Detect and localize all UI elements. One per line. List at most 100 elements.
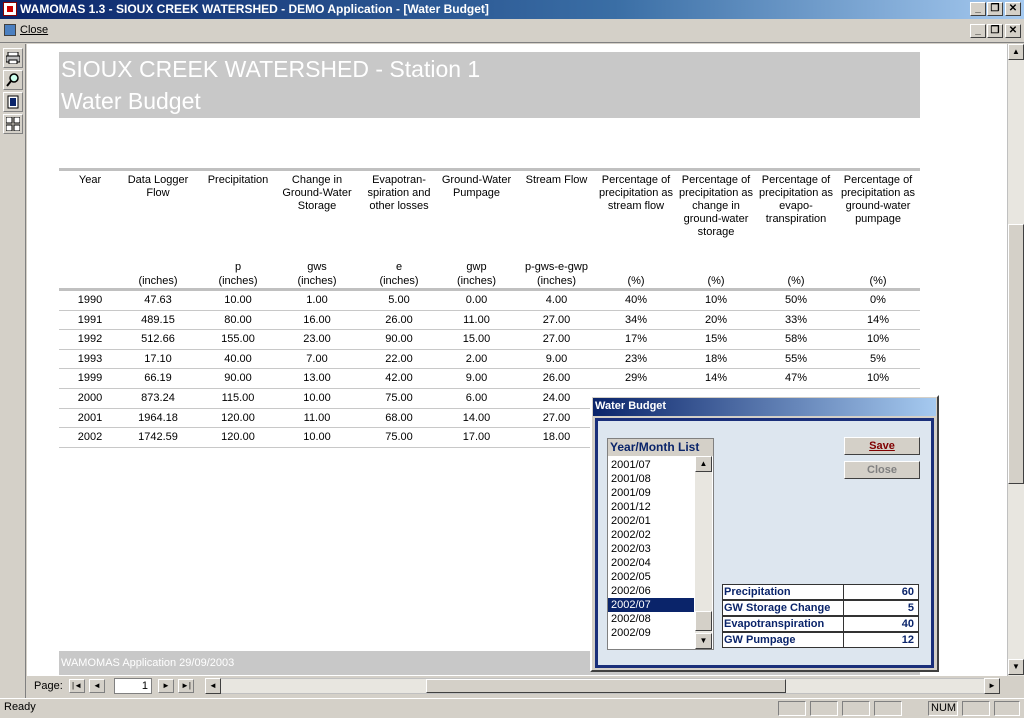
save-label: Save — [869, 440, 895, 452]
one-page-icon[interactable] — [3, 92, 23, 112]
list-item[interactable]: 2002/09 — [608, 626, 694, 640]
list-item[interactable]: 2001/07 — [608, 458, 694, 472]
column-unit: (inches) — [536, 275, 577, 287]
printer-icon[interactable] — [3, 48, 23, 68]
horizontal-scroll-thumb[interactable] — [426, 679, 786, 693]
scroll-left-button[interactable]: ◄ — [205, 678, 221, 694]
table-cell: 75.00 — [385, 431, 413, 444]
table-cell: 68.00 — [385, 411, 413, 424]
page-number-input[interactable]: 1 — [114, 678, 152, 694]
status-panel-3 — [842, 701, 870, 716]
close-button[interactable]: Close — [844, 461, 920, 479]
table-cell: 9.00 — [465, 372, 488, 385]
column-header: Ground-Water Pumpage — [441, 174, 512, 199]
menu-close[interactable]: Close — [4, 24, 48, 36]
water-budget-dialog: Water Budget Year/Month List 2001/07 2001… — [590, 395, 939, 672]
table-cell: 27.00 — [542, 333, 571, 346]
table-cell: 10.00 — [303, 392, 331, 404]
list-item[interactable]: 2002/02 — [608, 528, 694, 542]
field-value-input[interactable]: 12 — [845, 633, 916, 647]
status-bar: Ready NUM — [0, 698, 1024, 718]
column-unit: (%) — [707, 275, 725, 287]
field-label: Precipitation — [723, 585, 844, 599]
report-subtitle: Water Budget — [61, 88, 201, 114]
table-cell: 17.10 — [144, 352, 172, 365]
list-item[interactable]: 2001/12 — [608, 500, 694, 514]
table-cell: 47.63 — [144, 294, 172, 306]
doc-minimize-button[interactable]: _ — [970, 24, 986, 38]
table-row: 1991 489.15 80.00 16.00 26.00 11.00 27.00 34% 20… — [59, 311, 920, 331]
year-month-list[interactable]: Year/Month List 2001/07 2001/08 2001/09 200… — [607, 438, 714, 650]
scroll-up-button[interactable]: ▲ — [1008, 44, 1024, 60]
table-cell: 2001 — [77, 411, 103, 424]
doc-restore-button[interactable]: ❐ — [987, 24, 1003, 38]
window-title-bar[interactable]: WAMOMAS 1.3 - SIOUX CREEK WATERSHED - DE… — [0, 0, 1024, 19]
table-cell: 22.00 — [385, 352, 413, 365]
field-value-input[interactable]: 60 — [845, 585, 916, 599]
vertical-scrollbar[interactable]: ▲ ▼ — [1007, 44, 1024, 676]
prev-page-button[interactable]: ◄ — [89, 679, 105, 693]
table-row: 1990 47.63 10.00 1.00 5.00 0.00 4.00 40% 10% 50% 0… — [59, 291, 920, 311]
first-page-button[interactable]: |◄ — [69, 679, 85, 693]
table-cell: 47% — [784, 372, 808, 385]
list-scrollbar[interactable]: ▲ ▼ — [695, 456, 712, 649]
minimize-button[interactable]: _ — [970, 2, 986, 16]
column-symbol: p-gws-e-gwp — [525, 261, 588, 273]
column-symbol: e — [395, 261, 403, 273]
list-item[interactable]: 2002/08 — [608, 612, 694, 626]
table-cell: 18.00 — [542, 431, 571, 444]
multi-page-icon[interactable] — [3, 114, 23, 134]
table-cell: 155.00 — [221, 333, 255, 346]
table-cell: 120.00 — [221, 431, 255, 444]
table-cell: 20% — [704, 313, 728, 326]
list-item[interactable]: 2001/08 — [608, 472, 694, 486]
magnifier-icon[interactable] — [3, 70, 23, 90]
column-unit: (inches) — [297, 275, 337, 287]
field-value-input[interactable]: 5 — [845, 601, 916, 615]
column-header: Percentage of precipitation as evapo- tr… — [759, 174, 833, 225]
restore-button[interactable]: ❐ — [987, 2, 1003, 16]
list-scroll-up-button[interactable]: ▲ — [695, 456, 712, 472]
field-value-input[interactable]: 40 — [845, 617, 916, 631]
column-header: Stream Flow — [525, 174, 588, 186]
horizontal-scrollbar[interactable]: ◄ ► — [205, 678, 1000, 694]
table-cell: 1999 — [77, 372, 103, 385]
list-item[interactable]: 2002/06 — [608, 584, 694, 598]
list-item[interactable]: 2002/04 — [608, 556, 694, 570]
list-item[interactable]: 2002/05 — [608, 570, 694, 584]
vertical-scroll-thumb[interactable] — [1008, 224, 1024, 484]
list-item[interactable]: 2001/09 — [608, 486, 694, 500]
scroll-down-button[interactable]: ▼ — [1008, 659, 1024, 675]
status-panel-4 — [874, 701, 902, 716]
dialog-title[interactable]: Water Budget — [593, 398, 936, 416]
doc-close-button[interactable]: ✕ — [1005, 24, 1021, 38]
table-cell: 23.00 — [303, 333, 331, 346]
last-page-button[interactable]: ►| — [178, 679, 194, 693]
field-label: GW Storage Change — [723, 601, 844, 615]
next-page-button[interactable]: ► — [158, 679, 174, 693]
table-cell: 13.00 — [303, 372, 331, 385]
menu-close-label: Close — [20, 24, 49, 36]
column-header: Percentage of precipitation as stream fl… — [599, 174, 673, 212]
table-cell: 26.00 — [542, 372, 571, 385]
list-item[interactable]: 2002/07 — [608, 598, 694, 612]
table-cell: 10.00 — [224, 294, 252, 306]
table-cell: 11.00 — [463, 313, 490, 326]
list-scroll-down-button[interactable]: ▼ — [695, 633, 712, 649]
app-icon[interactable] — [3, 2, 17, 16]
list-item[interactable]: 2002/01 — [608, 514, 694, 528]
table-cell: 15% — [704, 333, 728, 346]
table-cell: 512.66 — [141, 333, 175, 346]
table-cell: 0% — [870, 294, 886, 306]
save-button[interactable]: Save — [844, 437, 920, 455]
list-item[interactable]: 2002/03 — [608, 542, 694, 556]
table-cell: 10.00 — [303, 431, 331, 444]
menu-bar: Close _ ❐ ✕ — [0, 21, 1024, 43]
table-cell: 26.00 — [385, 313, 413, 326]
table-cell: 17% — [624, 333, 648, 346]
list-scroll-thumb[interactable] — [695, 611, 712, 631]
close-window-button[interactable]: ✕ — [1005, 2, 1021, 16]
scroll-right-button[interactable]: ► — [984, 678, 1000, 694]
table-cell: 5% — [870, 352, 886, 365]
column-symbol: gwp — [466, 261, 487, 273]
